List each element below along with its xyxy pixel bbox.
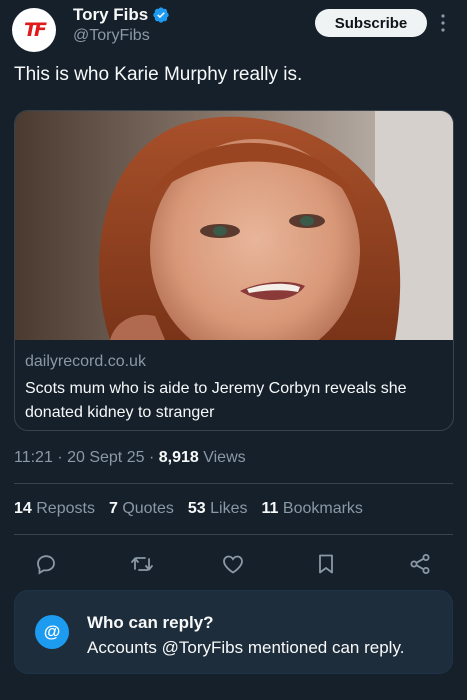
likes-label: Likes (210, 500, 248, 517)
card-image (15, 111, 453, 340)
views-count[interactable]: 8,918 (159, 449, 199, 466)
tweet-time: 11:21 (14, 449, 53, 466)
tweet-date: 20 Sept 25 (67, 449, 145, 466)
verified-badge-icon (153, 7, 169, 23)
like-icon[interactable] (221, 552, 245, 576)
tweet-header: TF Tory Fibs @ToryFibs Subscribe (0, 0, 467, 56)
bookmarks-count: 11 (261, 500, 279, 517)
divider (14, 483, 453, 484)
views-label: Views (203, 449, 246, 466)
reply-restriction-subtitle: Accounts @ToryFibs mentioned can reply. (87, 638, 405, 657)
tweet-meta: 11:21 · 20 Sept 25 · 8,918 Views (14, 449, 246, 467)
display-name[interactable]: Tory Fibs (73, 5, 148, 25)
mention-icon: @ (35, 615, 69, 649)
bookmarks-stat[interactable]: 11 Bookmarks (262, 500, 363, 518)
repost-icon[interactable] (130, 552, 154, 576)
meta-separator: · (148, 449, 155, 466)
reposts-label: Reposts (36, 500, 95, 517)
likes-stat[interactable]: 53 Likes (188, 500, 248, 518)
card-title: Scots mum who is aide to Jeremy Corbyn r… (25, 380, 407, 421)
handle[interactable]: @ToryFibs (73, 27, 150, 45)
more-options-icon[interactable] (438, 13, 448, 33)
avatar-logo: TF (24, 19, 47, 41)
bookmark-icon[interactable] (314, 552, 338, 576)
divider (14, 534, 453, 535)
meta-separator: · (57, 449, 63, 466)
card-domain: dailyrecord.co.uk (25, 353, 146, 370)
link-card[interactable]: dailyrecord.co.uk Scots mum who is aide … (14, 110, 454, 431)
engagement-stats: 14 Reposts 7 Quotes 53 Likes 11 Bookmark… (14, 500, 377, 518)
quotes-label: Quotes (122, 500, 174, 517)
tweet-text: This is who Karie Murphy really is. (14, 64, 303, 85)
likes-count: 53 (187, 500, 206, 517)
bookmarks-label: Bookmarks (282, 500, 363, 517)
action-bar (0, 548, 467, 580)
share-icon[interactable] (408, 552, 432, 576)
reply-restriction-title: Who can reply? (87, 613, 214, 632)
subscribe-button[interactable]: Subscribe (315, 9, 427, 37)
reposts-stat[interactable]: 14 Reposts (14, 500, 95, 518)
avatar[interactable]: TF (12, 8, 56, 52)
name-row: Tory Fibs (73, 5, 170, 25)
reply-icon[interactable] (34, 552, 58, 576)
quotes-count: 7 (108, 500, 118, 517)
reply-restriction-notice: @ Who can reply? Accounts @ToryFibs ment… (14, 590, 453, 674)
quotes-stat[interactable]: 7 Quotes (109, 500, 174, 518)
reposts-count: 14 (14, 500, 32, 517)
